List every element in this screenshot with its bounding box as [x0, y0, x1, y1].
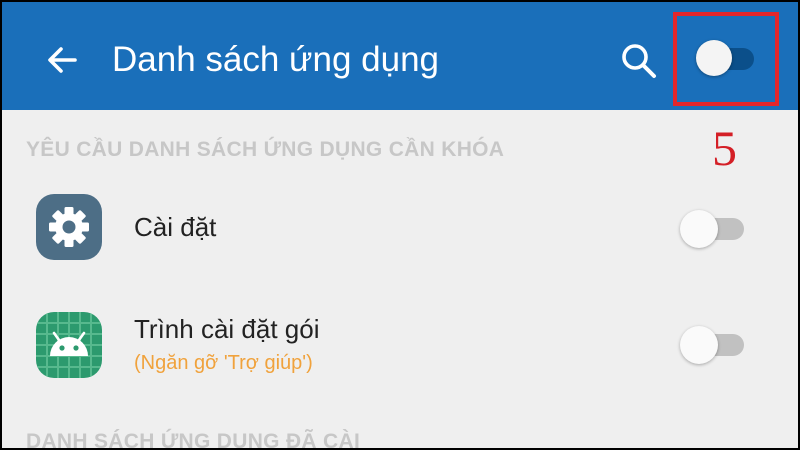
- search-icon[interactable]: [618, 40, 660, 82]
- list-item[interactable]: Trình cài đặt gói (Ngăn gỡ 'Trợ giúp'): [2, 302, 798, 398]
- app-name: Trình cài đặt gói: [134, 314, 320, 344]
- app-subtitle: (Ngăn gỡ 'Trợ giúp'): [134, 352, 313, 374]
- annotation-highlight-box: [673, 12, 779, 106]
- toggle-thumb: [680, 210, 718, 248]
- section-header-lock-list: YÊU CẦU DANH SÁCH ỨNG DỤNG CẦN KHÓA: [26, 138, 505, 161]
- toggle-thumb: [680, 326, 718, 364]
- lock-toggle[interactable]: [680, 208, 746, 248]
- annotation-step-number: 5: [712, 120, 737, 176]
- gear-icon: [36, 194, 102, 260]
- list-item[interactable]: Cài đặt: [2, 190, 798, 274]
- page-title: Danh sách ứng dụng: [112, 40, 439, 79]
- section-header-installed-apps: DANH SÁCH ỨNG DỤNG ĐÃ CÀI: [26, 430, 361, 448]
- app-name: Cài đặt: [134, 212, 217, 242]
- lock-toggle[interactable]: [680, 324, 746, 364]
- android-icon: [36, 312, 102, 378]
- arrow-left-icon[interactable]: [42, 40, 82, 80]
- screen: Danh sách ứng dụng 5 YÊU CẦU DANH SÁCH Ứ…: [2, 2, 798, 448]
